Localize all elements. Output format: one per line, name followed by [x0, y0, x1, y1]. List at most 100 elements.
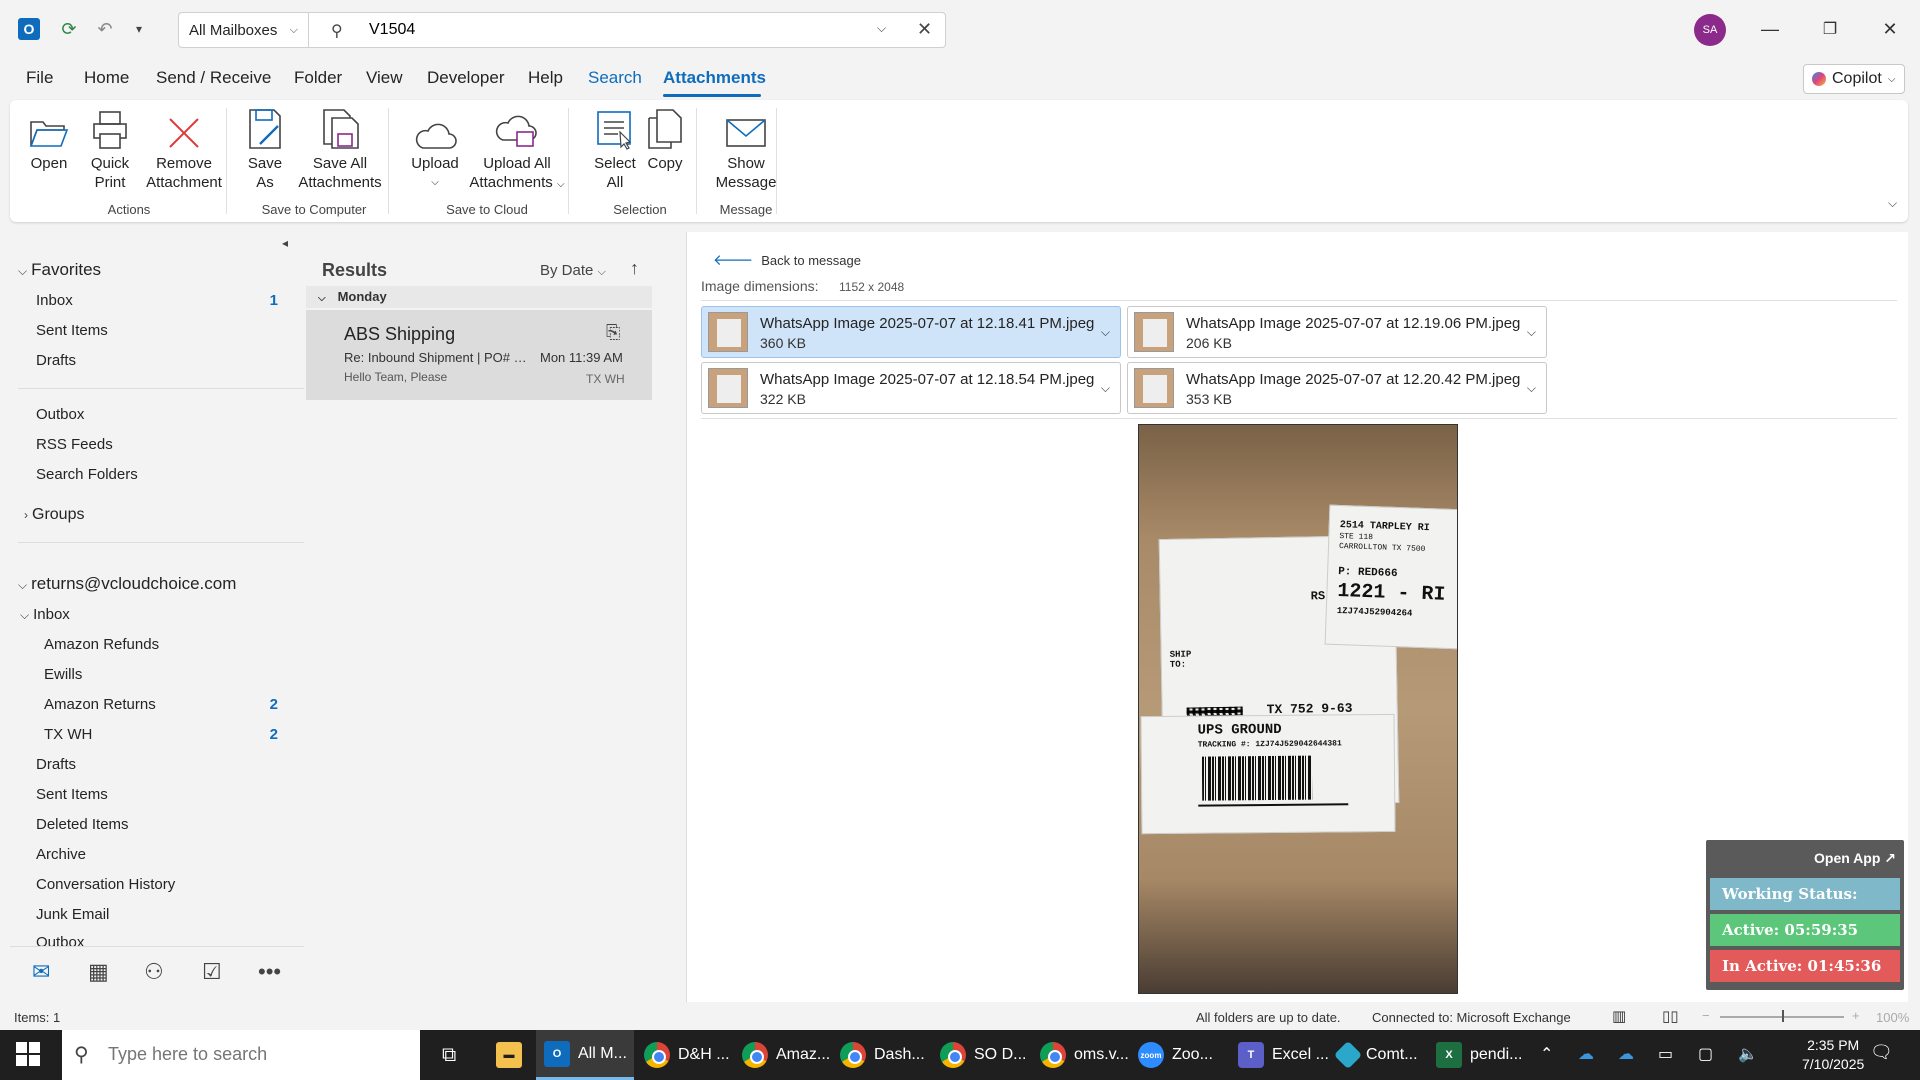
tab-home[interactable]: Home — [84, 68, 129, 88]
taskbar-clock[interactable]: 2:35 PM 7/10/2025 — [1802, 1036, 1864, 1074]
sort-by-dropdown[interactable]: By Date ⌵ — [540, 262, 606, 279]
favorites-header[interactable]: ⌵ Favorites — [18, 260, 101, 280]
tray-chevron-up-icon[interactable]: ⌃ — [1540, 1044, 1553, 1064]
battery-icon[interactable]: ▭ — [1658, 1044, 1673, 1064]
network-icon[interactable]: ▢ — [1698, 1044, 1713, 1064]
tab-developer[interactable]: Developer — [427, 68, 505, 88]
people-icon[interactable]: ⚇ — [144, 959, 164, 985]
copilot-button[interactable]: Copilot ⌵ — [1803, 64, 1905, 94]
sort-direction-arrow-icon[interactable]: ↑ — [630, 258, 639, 279]
favorite-drafts[interactable]: Drafts — [36, 352, 76, 369]
restore-button[interactable]: ❐ — [1810, 14, 1850, 44]
tab-help[interactable]: Help — [528, 68, 563, 88]
taskbar-app-excel[interactable]: Xpendi... — [1428, 1030, 1522, 1080]
copy-button[interactable]: Copy — [636, 106, 694, 173]
normal-view-icon[interactable]: ▥ — [1612, 1007, 1626, 1025]
windows-start-icon[interactable] — [16, 1042, 40, 1066]
attachment-card[interactable]: WhatsApp Image 2025-07-07 at 12.18.41 PM… — [701, 306, 1121, 358]
chevron-down-icon[interactable]: ⌵ — [1888, 196, 1897, 211]
taskbar-app-zoom[interactable]: zoom Zoo... — [1130, 1030, 1213, 1080]
folder-conversation-history[interactable]: Conversation History — [36, 876, 175, 893]
tab-view[interactable]: View — [366, 68, 403, 88]
search-scope-dropdown[interactable]: All Mailboxes ⌵ — [178, 12, 308, 48]
undo-icon[interactable]: ↶ — [92, 16, 118, 42]
groups-header[interactable]: › Groups — [24, 506, 84, 524]
search-box[interactable]: ⚲ ⌵ ✕ — [308, 12, 946, 48]
folder-outbox[interactable]: Outbox — [36, 406, 84, 423]
chevron-down-icon[interactable]: ⌵ — [1527, 381, 1536, 396]
taskbar-app-chrome-dh[interactable]: D&H ... — [636, 1030, 730, 1080]
collapse-pane-chevron-icon[interactable]: ◂ — [282, 236, 288, 250]
open-app-button[interactable]: Open App ↗ — [1814, 850, 1896, 867]
volume-icon[interactable]: 🔈 — [1738, 1044, 1758, 1064]
taskbar-app-comt[interactable]: Comt... — [1330, 1030, 1418, 1080]
taskbar-app-chrome-oms[interactable]: oms.v... — [1032, 1030, 1129, 1080]
onedrive-icon[interactable]: ☁ — [1578, 1044, 1594, 1064]
taskbar-search-box[interactable]: ⚲ — [62, 1030, 420, 1080]
attachment-card[interactable]: WhatsApp Image 2025-07-07 at 12.20.42 PM… — [1127, 362, 1547, 414]
search-options-chevron-icon[interactable]: ⌵ — [877, 21, 886, 36]
tab-attachments[interactable]: Attachments — [663, 68, 766, 88]
tab-search[interactable]: Search — [588, 68, 642, 88]
file-explorer-icon[interactable]: ▬ — [488, 1030, 530, 1080]
folder-search-folders[interactable]: Search Folders — [36, 466, 138, 483]
mail-icon[interactable]: ✉ — [32, 959, 50, 985]
folder-sent-items[interactable]: Sent Items — [36, 786, 108, 803]
customize-toolbar-icon[interactable]: ▾ — [126, 16, 152, 42]
folder-drafts[interactable]: Drafts — [36, 756, 76, 773]
open-button[interactable]: Open — [24, 106, 74, 173]
show-message-button[interactable]: Show Message — [706, 106, 786, 192]
attachment-card[interactable]: WhatsApp Image 2025-07-07 at 12.18.54 PM… — [701, 362, 1121, 414]
attachment-card[interactable]: WhatsApp Image 2025-07-07 at 12.19.06 PM… — [1127, 306, 1547, 358]
search-input[interactable] — [369, 19, 829, 41]
taskbar-app-outlook[interactable]: O All M... — [536, 1030, 634, 1080]
favorite-sent-items[interactable]: Sent Items — [36, 322, 108, 339]
more-apps-icon[interactable]: ••• — [258, 959, 281, 985]
taskbar-app-chrome-dash[interactable]: Dash... — [832, 1030, 925, 1080]
sync-icon[interactable]: ⟳ — [56, 16, 82, 42]
taskbar-app-chrome-so[interactable]: SO D... — [932, 1030, 1026, 1080]
folder-deleted-items[interactable]: Deleted Items — [36, 816, 129, 833]
zoom-out-button[interactable]: − — [1702, 1008, 1710, 1023]
close-window-button[interactable]: ✕ — [1870, 14, 1910, 44]
close-icon[interactable]: ✕ — [917, 19, 932, 40]
tab-folder[interactable]: Folder — [294, 68, 342, 88]
tab-send-receive[interactable]: Send / Receive — [156, 68, 271, 88]
zoom-slider-thumb[interactable] — [1782, 1010, 1784, 1022]
group-header-monday[interactable]: ⌵ Monday — [306, 286, 652, 308]
chevron-down-icon[interactable]: ⌵ — [1101, 381, 1110, 396]
taskbar-search-input[interactable] — [108, 1044, 398, 1065]
quick-print-button[interactable]: Quick Print — [80, 106, 140, 192]
onedrive-business-icon[interactable]: ☁ — [1618, 1044, 1634, 1064]
folder-rss-feeds[interactable]: RSS Feeds — [36, 436, 113, 453]
upload-all-attachments-button[interactable]: Upload All Attachments ⌵ — [460, 106, 574, 194]
save-as-button[interactable]: Save As — [240, 106, 290, 192]
account-header[interactable]: ⌵ returns@vcloudchoice.com — [18, 574, 236, 594]
tasks-icon[interactable]: ☑ — [202, 959, 222, 985]
list-item[interactable]: ABS Shipping ⎘ Re: Inbound Shipment | PO… — [306, 310, 652, 400]
avatar[interactable]: SA — [1694, 14, 1726, 46]
reading-view-icon[interactable]: ▯▯ — [1662, 1007, 1679, 1025]
favorite-inbox[interactable]: Inbox 1 — [36, 292, 278, 309]
taskbar-app-chrome-amazon[interactable]: Amaz... — [734, 1030, 830, 1080]
chevron-down-icon[interactable]: ⌵ — [1527, 325, 1536, 340]
zoom-in-button[interactable]: + — [1852, 1008, 1860, 1023]
folder-inbox[interactable]: ⌵ Inbox — [20, 606, 70, 623]
folder-archive[interactable]: Archive — [36, 846, 86, 863]
folder-ewills[interactable]: Ewills — [44, 666, 82, 683]
folder-outbox-account[interactable]: Outbox — [36, 934, 84, 946]
tab-file[interactable]: File — [26, 68, 53, 88]
folder-junk-email[interactable]: Junk Email — [36, 906, 109, 923]
taskbar-app-excel-teams[interactable]: T Excel ... — [1230, 1030, 1329, 1080]
calendar-icon[interactable]: ▦ — [88, 959, 109, 985]
remove-attachment-button[interactable]: Remove Attachment — [134, 106, 234, 192]
folder-amazon-refunds[interactable]: Amazon Refunds — [44, 636, 159, 653]
notifications-icon[interactable]: 🗨 — [1870, 1042, 1893, 1063]
folder-tx-wh[interactable]: TX WH 2 — [44, 726, 278, 743]
task-view-icon[interactable]: ⧉ — [434, 1030, 456, 1080]
chevron-down-icon[interactable]: ⌵ — [1101, 325, 1110, 340]
back-to-message-link[interactable]: 🡐 Back to message — [713, 250, 861, 269]
minimize-button[interactable]: — — [1750, 14, 1790, 44]
save-all-attachments-button[interactable]: Save All Attachments — [292, 106, 388, 192]
folder-amazon-returns[interactable]: Amazon Returns 2 — [44, 696, 278, 713]
